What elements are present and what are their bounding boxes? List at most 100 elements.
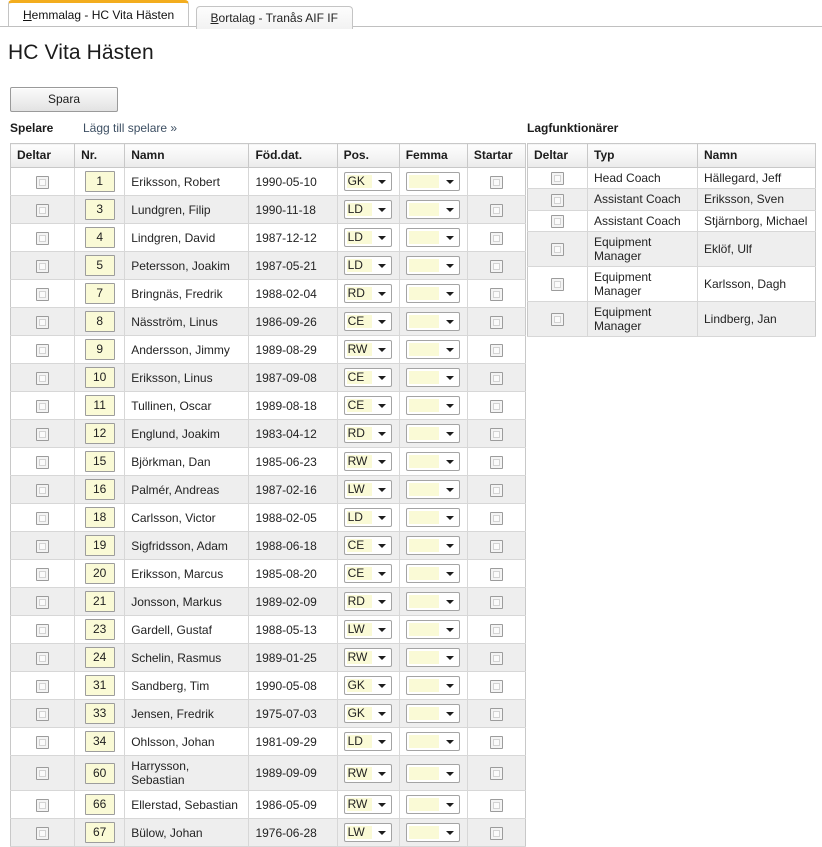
player-femma-select[interactable] (405, 200, 460, 219)
player-femma-select[interactable] (405, 312, 460, 331)
player-startar-checkbox[interactable] (489, 427, 503, 441)
player-position-select[interactable]: CE (343, 564, 392, 583)
player-femma-select[interactable] (405, 228, 460, 247)
player-nr-input[interactable]: 1 (84, 171, 115, 192)
player-startar-checkbox[interactable] (489, 315, 503, 329)
player-nr-input[interactable]: 11 (84, 395, 115, 416)
player-nr-input[interactable]: 34 (84, 731, 115, 752)
player-startar-checkbox[interactable] (489, 595, 503, 609)
player-nr-input[interactable]: 5 (84, 255, 115, 276)
player-deltar-checkbox[interactable] (36, 539, 50, 553)
player-deltar-checkbox[interactable] (36, 707, 50, 721)
player-position-select[interactable]: RW (343, 648, 392, 667)
player-startar-checkbox[interactable] (489, 343, 503, 357)
player-femma-select[interactable] (405, 536, 460, 555)
player-position-select[interactable]: LD (343, 200, 392, 219)
player-deltar-checkbox[interactable] (36, 623, 50, 637)
player-startar-checkbox[interactable] (489, 651, 503, 665)
player-position-select[interactable]: LD (343, 228, 392, 247)
player-deltar-checkbox[interactable] (36, 343, 50, 357)
player-startar-checkbox[interactable] (489, 203, 503, 217)
player-startar-checkbox[interactable] (489, 287, 503, 301)
player-nr-input[interactable]: 21 (84, 591, 115, 612)
player-position-select[interactable]: CE (343, 396, 392, 415)
player-deltar-checkbox[interactable] (36, 595, 50, 609)
player-deltar-checkbox[interactable] (36, 315, 50, 329)
player-position-select[interactable]: GK (343, 172, 392, 191)
player-deltar-checkbox[interactable] (36, 231, 50, 245)
player-nr-input[interactable]: 15 (84, 451, 115, 472)
player-femma-select[interactable] (405, 823, 460, 842)
player-position-select[interactable]: GK (343, 704, 392, 723)
player-deltar-checkbox[interactable] (36, 679, 50, 693)
player-nr-input[interactable]: 16 (84, 479, 115, 500)
player-deltar-checkbox[interactable] (36, 567, 50, 581)
official-deltar-checkbox[interactable] (551, 172, 564, 186)
player-startar-checkbox[interactable] (489, 483, 503, 497)
player-position-select[interactable]: CE (343, 536, 392, 555)
player-startar-checkbox[interactable] (489, 707, 503, 721)
player-position-select[interactable]: LW (343, 823, 392, 842)
player-deltar-checkbox[interactable] (36, 511, 50, 525)
player-femma-select[interactable] (405, 763, 460, 783)
player-femma-select[interactable] (405, 480, 460, 499)
player-position-select[interactable]: LW (343, 480, 392, 499)
player-nr-input[interactable]: 24 (84, 647, 115, 668)
player-femma-select[interactable] (405, 704, 460, 723)
player-startar-checkbox[interactable] (489, 371, 503, 385)
player-femma-select[interactable] (405, 508, 460, 527)
player-femma-select[interactable] (405, 284, 460, 303)
player-femma-select[interactable] (405, 452, 460, 471)
player-nr-input[interactable]: 31 (84, 675, 115, 696)
player-position-select[interactable]: CE (343, 312, 392, 331)
player-nr-input[interactable]: 18 (84, 507, 115, 528)
player-nr-input[interactable]: 60 (84, 762, 115, 784)
player-position-select[interactable]: RW (343, 795, 392, 814)
save-button[interactable]: Spara (10, 87, 118, 112)
player-deltar-checkbox[interactable] (36, 427, 50, 441)
player-position-select[interactable]: RD (343, 424, 392, 443)
player-nr-input[interactable]: 4 (84, 227, 115, 248)
player-nr-input[interactable]: 20 (84, 563, 115, 584)
player-startar-checkbox[interactable] (489, 798, 503, 812)
player-startar-checkbox[interactable] (489, 175, 503, 189)
player-femma-select[interactable] (405, 564, 460, 583)
player-position-select[interactable]: LD (343, 732, 392, 751)
player-deltar-checkbox[interactable] (36, 175, 50, 189)
player-femma-select[interactable] (405, 424, 460, 443)
player-nr-input[interactable]: 12 (84, 423, 115, 444)
player-nr-input[interactable]: 67 (84, 822, 115, 843)
player-deltar-checkbox[interactable] (36, 483, 50, 497)
add-player-link[interactable]: Lägg till spelare » (83, 121, 177, 135)
player-deltar-checkbox[interactable] (36, 826, 50, 840)
player-femma-select[interactable] (405, 256, 460, 275)
official-deltar-checkbox[interactable] (551, 193, 564, 207)
player-deltar-checkbox[interactable] (36, 767, 50, 781)
player-nr-input[interactable]: 10 (84, 367, 115, 388)
player-femma-select[interactable] (405, 648, 460, 667)
player-femma-select[interactable] (405, 620, 460, 639)
player-nr-input[interactable]: 19 (84, 535, 115, 556)
player-startar-checkbox[interactable] (489, 539, 503, 553)
player-startar-checkbox[interactable] (489, 767, 503, 781)
player-startar-checkbox[interactable] (489, 399, 503, 413)
player-startar-checkbox[interactable] (489, 567, 503, 581)
player-femma-select[interactable] (405, 340, 460, 359)
tab-home-team[interactable]: Hemmalag - HC Vita Hästen (8, 0, 190, 26)
player-position-select[interactable]: LD (343, 256, 392, 275)
player-position-select[interactable]: LW (343, 620, 392, 639)
player-startar-checkbox[interactable] (489, 259, 503, 273)
player-femma-select[interactable] (405, 676, 460, 695)
player-nr-input[interactable]: 33 (84, 703, 115, 724)
player-femma-select[interactable] (405, 396, 460, 415)
player-femma-select[interactable] (405, 172, 460, 191)
player-nr-input[interactable]: 7 (84, 283, 115, 304)
player-femma-select[interactable] (405, 592, 460, 611)
player-position-select[interactable]: RW (343, 340, 392, 359)
player-startar-checkbox[interactable] (489, 623, 503, 637)
player-femma-select[interactable] (405, 732, 460, 751)
player-nr-input[interactable]: 3 (84, 199, 115, 220)
player-deltar-checkbox[interactable] (36, 371, 50, 385)
player-position-select[interactable]: GK (343, 676, 392, 695)
player-startar-checkbox[interactable] (489, 735, 503, 749)
